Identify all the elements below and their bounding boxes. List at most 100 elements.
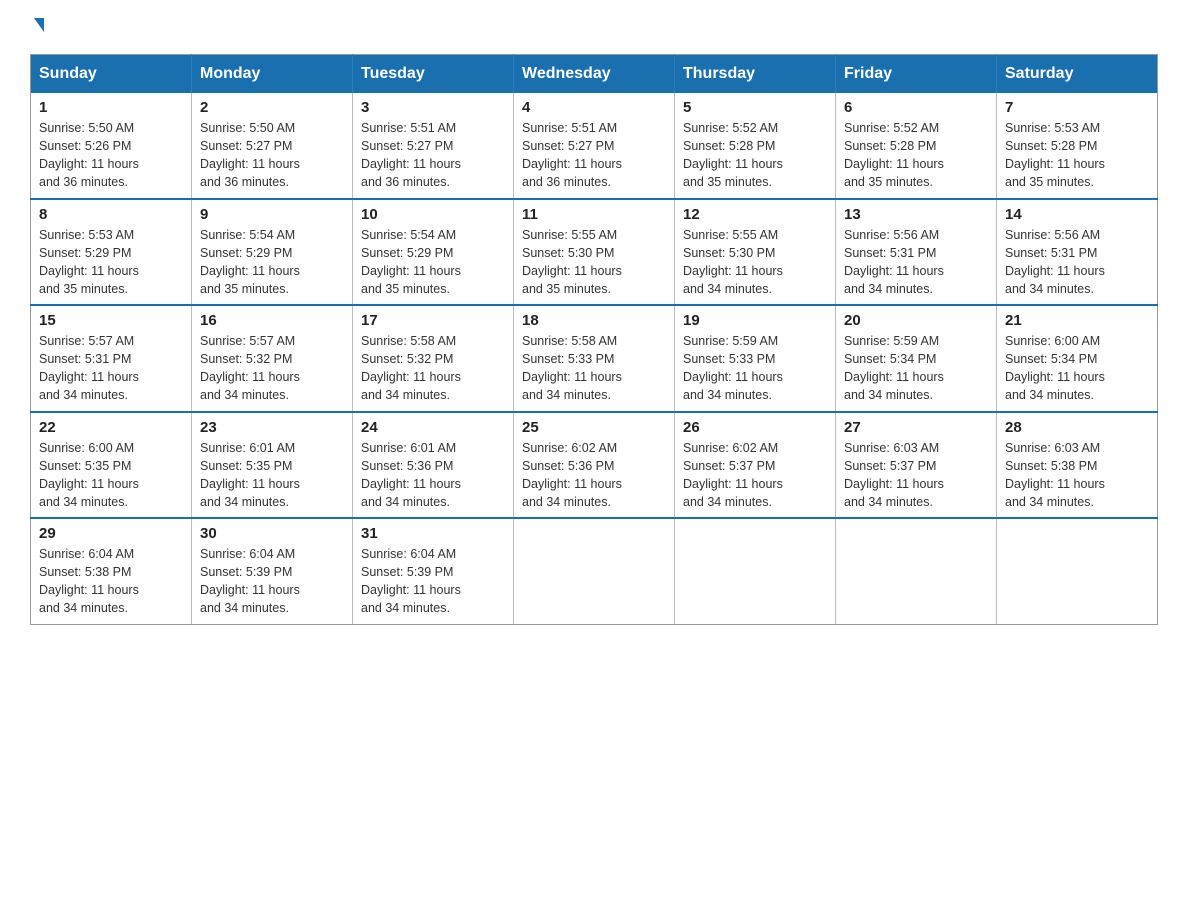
calendar-cell: 18 Sunrise: 5:58 AM Sunset: 5:33 PM Dayl… xyxy=(514,305,675,412)
day-number: 10 xyxy=(361,206,505,223)
col-header-saturday: Saturday xyxy=(997,55,1158,94)
day-info: Sunrise: 6:00 AM Sunset: 5:34 PM Dayligh… xyxy=(1005,332,1149,405)
calendar-header-row: SundayMondayTuesdayWednesdayThursdayFrid… xyxy=(31,55,1158,94)
day-number: 7 xyxy=(1005,99,1149,116)
col-header-friday: Friday xyxy=(836,55,997,94)
day-info: Sunrise: 6:01 AM Sunset: 5:36 PM Dayligh… xyxy=(361,439,505,512)
day-info: Sunrise: 5:53 AM Sunset: 5:28 PM Dayligh… xyxy=(1005,119,1149,192)
day-number: 19 xyxy=(683,312,827,329)
day-number: 23 xyxy=(200,419,344,436)
day-number: 9 xyxy=(200,206,344,223)
day-info: Sunrise: 5:57 AM Sunset: 5:32 PM Dayligh… xyxy=(200,332,344,405)
day-number: 2 xyxy=(200,99,344,116)
calendar-cell: 6 Sunrise: 5:52 AM Sunset: 5:28 PM Dayli… xyxy=(836,93,997,199)
calendar-week-row: 15 Sunrise: 5:57 AM Sunset: 5:31 PM Dayl… xyxy=(31,305,1158,412)
calendar-cell: 4 Sunrise: 5:51 AM Sunset: 5:27 PM Dayli… xyxy=(514,93,675,199)
col-header-monday: Monday xyxy=(192,55,353,94)
day-info: Sunrise: 6:02 AM Sunset: 5:37 PM Dayligh… xyxy=(683,439,827,512)
calendar-cell: 2 Sunrise: 5:50 AM Sunset: 5:27 PM Dayli… xyxy=(192,93,353,199)
day-info: Sunrise: 5:50 AM Sunset: 5:27 PM Dayligh… xyxy=(200,119,344,192)
day-number: 17 xyxy=(361,312,505,329)
calendar-table: SundayMondayTuesdayWednesdayThursdayFrid… xyxy=(30,54,1158,625)
day-info: Sunrise: 5:50 AM Sunset: 5:26 PM Dayligh… xyxy=(39,119,183,192)
calendar-cell xyxy=(997,518,1158,624)
day-number: 31 xyxy=(361,525,505,542)
calendar-cell: 30 Sunrise: 6:04 AM Sunset: 5:39 PM Dayl… xyxy=(192,518,353,624)
day-number: 11 xyxy=(522,206,666,223)
day-info: Sunrise: 6:04 AM Sunset: 5:39 PM Dayligh… xyxy=(361,545,505,618)
day-info: Sunrise: 5:59 AM Sunset: 5:34 PM Dayligh… xyxy=(844,332,988,405)
day-number: 8 xyxy=(39,206,183,223)
calendar-cell: 26 Sunrise: 6:02 AM Sunset: 5:37 PM Dayl… xyxy=(675,412,836,519)
day-info: Sunrise: 5:54 AM Sunset: 5:29 PM Dayligh… xyxy=(200,226,344,299)
calendar-week-row: 1 Sunrise: 5:50 AM Sunset: 5:26 PM Dayli… xyxy=(31,93,1158,199)
col-header-thursday: Thursday xyxy=(675,55,836,94)
day-number: 22 xyxy=(39,419,183,436)
calendar-cell: 9 Sunrise: 5:54 AM Sunset: 5:29 PM Dayli… xyxy=(192,199,353,306)
calendar-cell xyxy=(836,518,997,624)
day-info: Sunrise: 5:56 AM Sunset: 5:31 PM Dayligh… xyxy=(1005,226,1149,299)
calendar-cell: 29 Sunrise: 6:04 AM Sunset: 5:38 PM Dayl… xyxy=(31,518,192,624)
calendar-cell: 17 Sunrise: 5:58 AM Sunset: 5:32 PM Dayl… xyxy=(353,305,514,412)
calendar-cell: 27 Sunrise: 6:03 AM Sunset: 5:37 PM Dayl… xyxy=(836,412,997,519)
day-info: Sunrise: 5:52 AM Sunset: 5:28 PM Dayligh… xyxy=(683,119,827,192)
calendar-cell: 12 Sunrise: 5:55 AM Sunset: 5:30 PM Dayl… xyxy=(675,199,836,306)
calendar-cell: 13 Sunrise: 5:56 AM Sunset: 5:31 PM Dayl… xyxy=(836,199,997,306)
day-info: Sunrise: 6:03 AM Sunset: 5:37 PM Dayligh… xyxy=(844,439,988,512)
day-number: 21 xyxy=(1005,312,1149,329)
calendar-cell: 8 Sunrise: 5:53 AM Sunset: 5:29 PM Dayli… xyxy=(31,199,192,306)
day-info: Sunrise: 5:59 AM Sunset: 5:33 PM Dayligh… xyxy=(683,332,827,405)
day-number: 18 xyxy=(522,312,666,329)
col-header-wednesday: Wednesday xyxy=(514,55,675,94)
day-number: 20 xyxy=(844,312,988,329)
calendar-cell: 11 Sunrise: 5:55 AM Sunset: 5:30 PM Dayl… xyxy=(514,199,675,306)
day-info: Sunrise: 6:04 AM Sunset: 5:39 PM Dayligh… xyxy=(200,545,344,618)
day-info: Sunrise: 5:52 AM Sunset: 5:28 PM Dayligh… xyxy=(844,119,988,192)
day-info: Sunrise: 5:55 AM Sunset: 5:30 PM Dayligh… xyxy=(683,226,827,299)
day-number: 1 xyxy=(39,99,183,116)
day-info: Sunrise: 5:51 AM Sunset: 5:27 PM Dayligh… xyxy=(522,119,666,192)
day-number: 26 xyxy=(683,419,827,436)
calendar-week-row: 29 Sunrise: 6:04 AM Sunset: 5:38 PM Dayl… xyxy=(31,518,1158,624)
day-info: Sunrise: 5:58 AM Sunset: 5:33 PM Dayligh… xyxy=(522,332,666,405)
day-number: 15 xyxy=(39,312,183,329)
day-info: Sunrise: 6:02 AM Sunset: 5:36 PM Dayligh… xyxy=(522,439,666,512)
day-number: 4 xyxy=(522,99,666,116)
logo xyxy=(30,20,44,34)
day-info: Sunrise: 5:58 AM Sunset: 5:32 PM Dayligh… xyxy=(361,332,505,405)
day-number: 16 xyxy=(200,312,344,329)
day-info: Sunrise: 5:53 AM Sunset: 5:29 PM Dayligh… xyxy=(39,226,183,299)
calendar-cell xyxy=(675,518,836,624)
day-info: Sunrise: 5:57 AM Sunset: 5:31 PM Dayligh… xyxy=(39,332,183,405)
calendar-cell: 22 Sunrise: 6:00 AM Sunset: 5:35 PM Dayl… xyxy=(31,412,192,519)
calendar-cell: 28 Sunrise: 6:03 AM Sunset: 5:38 PM Dayl… xyxy=(997,412,1158,519)
calendar-week-row: 22 Sunrise: 6:00 AM Sunset: 5:35 PM Dayl… xyxy=(31,412,1158,519)
calendar-cell: 1 Sunrise: 5:50 AM Sunset: 5:26 PM Dayli… xyxy=(31,93,192,199)
page-header xyxy=(30,20,1158,34)
day-number: 24 xyxy=(361,419,505,436)
logo-triangle-icon xyxy=(34,18,44,32)
calendar-cell: 21 Sunrise: 6:00 AM Sunset: 5:34 PM Dayl… xyxy=(997,305,1158,412)
calendar-cell: 19 Sunrise: 5:59 AM Sunset: 5:33 PM Dayl… xyxy=(675,305,836,412)
day-number: 27 xyxy=(844,419,988,436)
day-info: Sunrise: 6:03 AM Sunset: 5:38 PM Dayligh… xyxy=(1005,439,1149,512)
day-number: 28 xyxy=(1005,419,1149,436)
calendar-cell: 31 Sunrise: 6:04 AM Sunset: 5:39 PM Dayl… xyxy=(353,518,514,624)
day-number: 5 xyxy=(683,99,827,116)
calendar-cell: 24 Sunrise: 6:01 AM Sunset: 5:36 PM Dayl… xyxy=(353,412,514,519)
day-info: Sunrise: 5:55 AM Sunset: 5:30 PM Dayligh… xyxy=(522,226,666,299)
calendar-cell: 15 Sunrise: 5:57 AM Sunset: 5:31 PM Dayl… xyxy=(31,305,192,412)
day-number: 12 xyxy=(683,206,827,223)
day-number: 13 xyxy=(844,206,988,223)
day-info: Sunrise: 6:00 AM Sunset: 5:35 PM Dayligh… xyxy=(39,439,183,512)
day-info: Sunrise: 5:54 AM Sunset: 5:29 PM Dayligh… xyxy=(361,226,505,299)
calendar-cell: 3 Sunrise: 5:51 AM Sunset: 5:27 PM Dayli… xyxy=(353,93,514,199)
calendar-cell: 25 Sunrise: 6:02 AM Sunset: 5:36 PM Dayl… xyxy=(514,412,675,519)
calendar-cell: 23 Sunrise: 6:01 AM Sunset: 5:35 PM Dayl… xyxy=(192,412,353,519)
day-number: 29 xyxy=(39,525,183,542)
calendar-week-row: 8 Sunrise: 5:53 AM Sunset: 5:29 PM Dayli… xyxy=(31,199,1158,306)
day-info: Sunrise: 6:01 AM Sunset: 5:35 PM Dayligh… xyxy=(200,439,344,512)
day-info: Sunrise: 6:04 AM Sunset: 5:38 PM Dayligh… xyxy=(39,545,183,618)
calendar-cell xyxy=(514,518,675,624)
day-number: 3 xyxy=(361,99,505,116)
